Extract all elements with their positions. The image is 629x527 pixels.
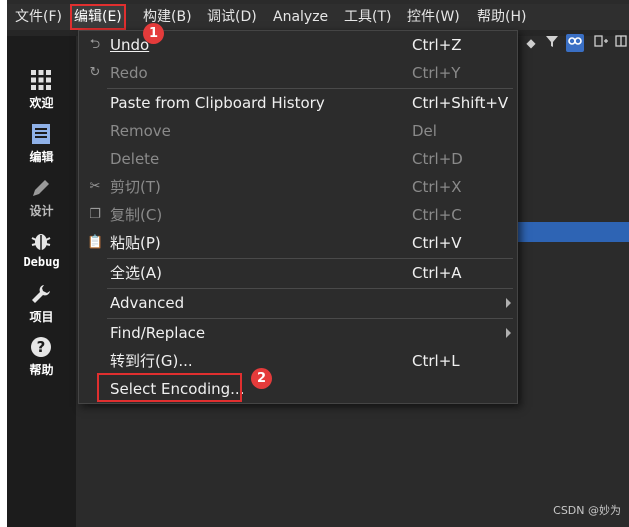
menu-edit[interactable]: 编辑(E)	[70, 4, 126, 30]
menu-item-remove[interactable]: Remove Del	[79, 117, 517, 145]
link-icon[interactable]	[566, 34, 584, 52]
undo-icon: ⮌	[89, 37, 101, 52]
menu-item-shortcut: Ctrl+C	[412, 206, 462, 224]
sidebar-label: 帮助	[29, 363, 54, 377]
menu-item-goto-line[interactable]: 转到行(G)... Ctrl+L	[79, 347, 517, 375]
sidebar-item-edit[interactable]: 编辑	[7, 116, 76, 168]
menu-item-paste[interactable]: 📋 粘贴(P) Ctrl+V	[79, 229, 517, 257]
menu-tools[interactable]: 工具(T)	[340, 4, 395, 30]
step-badge-2: 2	[251, 368, 272, 389]
menu-item-shortcut: Ctrl+A	[412, 264, 462, 282]
menu-item-redo[interactable]: ↻ Redo Ctrl+Y	[79, 59, 517, 87]
menu-item-label: 粘贴(P)	[110, 234, 161, 252]
submenu-arrow-icon	[506, 328, 511, 338]
copy-icon: ❐	[89, 207, 101, 222]
menu-item-shortcut: Ctrl+Shift+V	[412, 94, 509, 112]
menu-item-shortcut: Ctrl+Y	[412, 64, 461, 82]
menu-item-label: Delete	[110, 150, 160, 168]
edit-menu-dropdown: ⮌ Undo Ctrl+Z ↻ Redo Ctrl+Y Paste from C…	[78, 30, 518, 404]
menu-item-shortcut: Ctrl+L	[412, 352, 460, 370]
wrench-icon	[32, 285, 50, 303]
menu-item-label: Redo	[110, 64, 148, 82]
menu-debug[interactable]: 调试(D)	[203, 4, 261, 30]
menu-item-label: 全选(A)	[110, 264, 162, 282]
sidebar-item-help[interactable]: ? 帮助	[7, 329, 76, 381]
submenu-arrow-icon	[506, 298, 511, 308]
split-close-icon[interactable]	[612, 34, 629, 52]
sidebar-item-debug[interactable]: Debug	[7, 223, 76, 275]
current-line-highlight	[516, 222, 629, 242]
sidebar-label: 编辑	[29, 150, 54, 164]
menu-item-label: Find/Replace	[110, 324, 206, 342]
menu-item-select-all[interactable]: 全选(A) Ctrl+A	[79, 259, 517, 287]
bug-icon	[31, 234, 51, 250]
redo-icon: ↻	[89, 65, 101, 80]
menu-item-label: 剪切(T)	[110, 178, 161, 196]
menu-help[interactable]: 帮助(H)	[473, 4, 530, 30]
chevron-updown-icon[interactable]: ◆	[522, 34, 540, 52]
menu-file[interactable]: 文件(F)	[11, 4, 66, 30]
question-icon: ?	[31, 337, 51, 357]
sidebar-item-projects[interactable]: 项目	[7, 276, 76, 328]
svg-text:?: ?	[37, 338, 46, 356]
mode-sidebar: 欢迎 编辑 设计 Debug 项目 ? 帮助	[7, 36, 76, 527]
menu-item-label: Remove	[110, 122, 171, 140]
menu-item-paste-history[interactable]: Paste from Clipboard History Ctrl+Shift+…	[79, 89, 517, 117]
select-encoding-highlight	[97, 373, 242, 402]
filter-icon[interactable]	[543, 34, 561, 52]
sidebar-item-welcome[interactable]: 欢迎	[7, 62, 76, 114]
menu-analyze[interactable]: Analyze	[269, 4, 332, 30]
menu-item-cut[interactable]: ✂ 剪切(T) Ctrl+X	[79, 173, 517, 201]
menu-item-shortcut: Del	[412, 122, 437, 140]
menu-item-label: Advanced	[110, 294, 185, 312]
menu-item-label: Paste from Clipboard History	[110, 94, 325, 112]
menu-controls[interactable]: 控件(W)	[403, 4, 464, 30]
sidebar-label: 设计	[29, 204, 54, 218]
menu-item-label: 复制(C)	[110, 206, 163, 224]
menu-item-shortcut: Ctrl+D	[412, 150, 463, 168]
menu-item-label: 转到行(G)...	[110, 352, 193, 370]
document-icon	[32, 124, 50, 144]
menu-item-copy[interactable]: ❐ 复制(C) Ctrl+C	[79, 201, 517, 229]
watermark: CSDN @妙为	[553, 504, 621, 517]
grid-icon	[31, 70, 51, 90]
sidebar-label: 欢迎	[29, 96, 54, 110]
sidebar-label: Debug	[23, 255, 60, 269]
menubar: 文件(F) 编辑(E) 构建(B) 调试(D) Analyze 工具(T) 控件…	[7, 4, 629, 30]
sidebar-item-design[interactable]: 设计	[7, 170, 76, 222]
pencil-icon	[33, 180, 49, 196]
split-add-icon[interactable]	[592, 34, 610, 52]
menu-item-shortcut: Ctrl+X	[412, 178, 462, 196]
menu-item-delete[interactable]: Delete Ctrl+D	[79, 145, 517, 173]
paste-icon: 📋	[87, 235, 104, 250]
step-badge-1: 1	[143, 23, 164, 44]
menu-item-shortcut: Ctrl+Z	[412, 36, 462, 54]
menu-item-find-replace[interactable]: Find/Replace	[79, 319, 517, 347]
sidebar-label: 项目	[29, 310, 54, 324]
menu-item-shortcut: Ctrl+V	[412, 234, 462, 252]
menu-item-advanced[interactable]: Advanced	[79, 289, 517, 317]
scissors-icon: ✂	[89, 179, 101, 194]
